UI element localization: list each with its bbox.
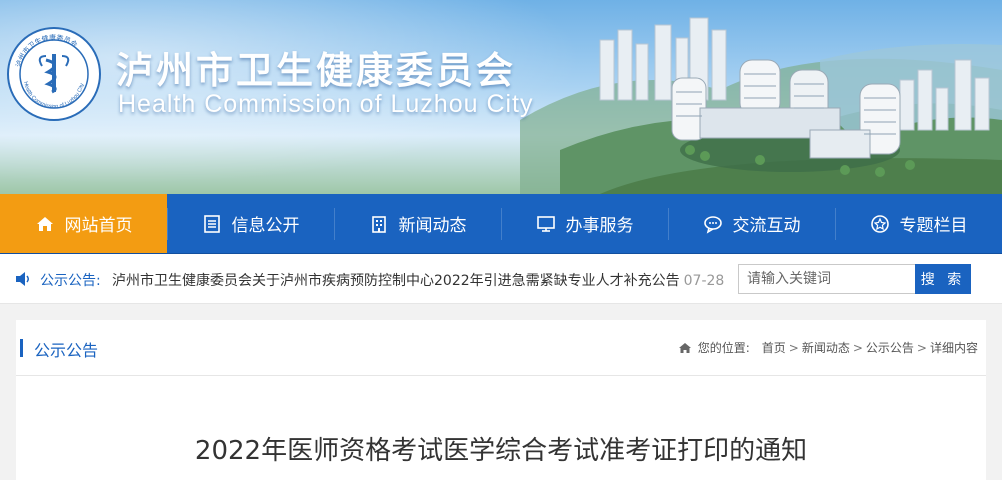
breadcrumb-link-home[interactable]: 首页 (762, 339, 786, 356)
nav-item-label: 网站首页 (64, 216, 133, 236)
nav-item-info-disclosure[interactable]: 信息公开 (167, 194, 334, 253)
building-icon (369, 214, 389, 234)
section-title: 公示公告 (34, 341, 99, 360)
speaker-icon (16, 272, 29, 286)
nav-item-interaction[interactable]: 交流互动 (668, 194, 835, 253)
breadcrumb-separator: > (916, 340, 927, 355)
monitor-icon (536, 214, 556, 234)
home-icon (35, 214, 55, 234)
nav-item-special-topics[interactable]: 专题栏目 (835, 194, 1002, 253)
breadcrumb-link-news[interactable]: 新闻动态 (802, 339, 850, 356)
site-title-english: Health Commission of Luzhou City (118, 90, 534, 118)
site-title-chinese: 泸州市卫生健康委员会 (116, 49, 516, 92)
search-button[interactable]: 搜 索 (915, 264, 971, 294)
main-navigation: 网站首页 信息公开 新闻动态 办事服务 交流互动 专题栏目 (0, 194, 1002, 254)
notice-label: 公示公告: (40, 273, 101, 289)
notice-headline-text: 泸州市卫生健康委员会关于泸州市疾病预防控制中心2022年引进急需紧缺专业人才补充… (112, 273, 680, 289)
nav-item-label: 办事服务 (565, 216, 634, 236)
nav-item-label: 信息公开 (231, 216, 300, 236)
search-input[interactable] (738, 264, 916, 294)
home-icon (678, 341, 692, 355)
content-panel: 公示公告 您的位置: 首页 > 新闻动态 > 公示公告 > 详细内容 2022年… (16, 320, 986, 480)
breadcrumb-prefix: 您的位置: (697, 341, 750, 355)
notice-date: 07-28 (683, 273, 725, 289)
breadcrumb-link-detail[interactable]: 详细内容 (930, 339, 978, 356)
section-accent-bar (20, 339, 23, 357)
article-title: 2022年医师资格考试医学综合考试准考证打印的通知 (194, 436, 808, 466)
notice-headline-link[interactable]: 泸州市卫生健康委员会关于泸州市疾病预防控制中心2022年引进急需紧缺专业人才补充… (112, 270, 724, 290)
nav-item-label: 专题栏目 (899, 216, 968, 236)
breadcrumb-link-announcements[interactable]: 公示公告 (866, 339, 914, 356)
nav-item-label: 交流互动 (732, 216, 801, 236)
document-list-icon (202, 214, 222, 234)
star-circle-icon (870, 214, 890, 234)
health-commission-seal-logo: 泸州市卫生健康委员会 Health Commission of Luzhou C… (7, 27, 101, 121)
chat-bubble-icon (703, 214, 723, 234)
nav-item-services[interactable]: 办事服务 (501, 194, 668, 253)
breadcrumb-separator: > (852, 340, 863, 355)
notice-bar: 公示公告: 泸州市卫生健康委员会关于泸州市疾病预防控制中心2022年引进急需紧缺… (0, 254, 1002, 304)
nav-item-news[interactable]: 新闻动态 (334, 194, 501, 253)
section-header: 公示公告 您的位置: 首页 > 新闻动态 > 公示公告 > 详细内容 (16, 320, 986, 376)
header-banner: 泸州市卫生健康委员会 Health Commission of Luzhou C… (0, 0, 1002, 194)
nav-item-label: 新闻动态 (398, 216, 467, 236)
breadcrumb: 您的位置: 首页 > 新闻动态 > 公示公告 > 详细内容 (678, 339, 978, 356)
nav-item-home[interactable]: 网站首页 (0, 194, 167, 253)
breadcrumb-separator: > (788, 340, 799, 355)
